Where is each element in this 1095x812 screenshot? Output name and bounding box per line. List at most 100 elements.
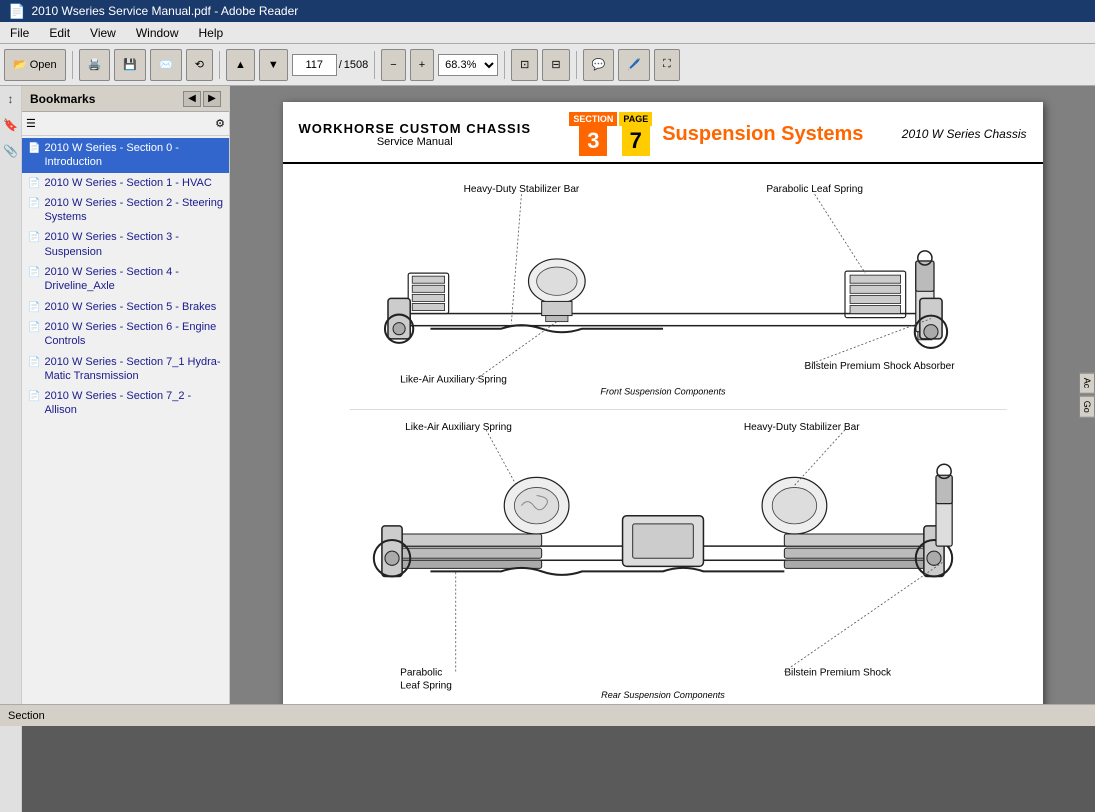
acrobat-btn-2[interactable]: Go bbox=[1079, 395, 1095, 417]
label-bilstein-front: Bilstein Premium Shock Absorber bbox=[804, 361, 955, 372]
toolbar: 📂 Open 🖨️ 💾 ✉️ ⟲ ▲ ▼ / 1508 − + 68.3% 50… bbox=[0, 44, 1095, 86]
bookmark-item-1[interactable]: 📄 2010 W Series - Section 1 - HVAC bbox=[22, 173, 229, 193]
brand-title: WORKHORSE CUSTOM CHASSIS bbox=[299, 121, 532, 136]
page-prev-button[interactable]: ▲ bbox=[226, 49, 255, 81]
section-label: SECTION bbox=[569, 112, 617, 126]
email-button[interactable]: ✉️ bbox=[150, 49, 182, 81]
folder-icon: 📂 bbox=[13, 58, 27, 71]
caption-rear: Rear Suspension Components bbox=[601, 690, 725, 700]
bookmark-item-5[interactable]: 📄 2010 W Series - Section 5 - Brakes bbox=[22, 297, 229, 317]
section-badge: SECTION 3 PAGE 7 Suspension Systems bbox=[569, 112, 863, 156]
bookmark-icon-4: 📄 bbox=[28, 266, 40, 279]
paperclip-icon[interactable]: 📎 bbox=[2, 142, 20, 160]
bookmark-item-4[interactable]: 📄 2010 W Series - Section 4 - Driveline_… bbox=[22, 262, 229, 297]
app-icon: 📄 bbox=[8, 3, 25, 20]
zoom-out-button[interactable]: − bbox=[381, 49, 405, 81]
fit-page-button[interactable]: ⊡ bbox=[511, 49, 538, 81]
bookmarks-expand-button[interactable]: ▶ bbox=[203, 91, 221, 107]
title-bar: 📄 2010 Wseries Service Manual.pdf - Adob… bbox=[0, 0, 1095, 22]
label-heavy-duty-stabilizer-bar-front: Heavy-Duty Stabilizer Bar bbox=[463, 184, 579, 195]
separator-3 bbox=[374, 51, 375, 79]
bookmarks-options-button[interactable]: ⚙ bbox=[215, 117, 225, 130]
bookmark-label-4: 2010 W Series - Section 4 - Driveline_Ax… bbox=[44, 265, 223, 294]
bookmarks-list: 📄 2010 W Series - Section 0 - Introducti… bbox=[22, 136, 229, 704]
bookmark-item-2[interactable]: 📄 2010 W Series - Section 2 - Steering S… bbox=[22, 193, 229, 228]
menu-file[interactable]: File bbox=[0, 24, 39, 42]
bookmark-item-6[interactable]: 📄 2010 W Series - Section 6 - Engine Con… bbox=[22, 317, 229, 352]
bookmark-label-2: 2010 W Series - Section 2 - Steering Sys… bbox=[44, 196, 223, 225]
label-parabolic-leaf-spring-front: Parabolic Leaf Spring bbox=[766, 184, 863, 195]
markup-button[interactable]: 🖊️ bbox=[618, 49, 650, 81]
open-label: Open bbox=[30, 59, 57, 71]
back-button[interactable]: ⟲ bbox=[186, 49, 213, 81]
label-like-air-rear: Like-Air Auxiliary Spring bbox=[405, 422, 512, 433]
bookmark-icon-1: 📄 bbox=[28, 177, 40, 190]
fit-width-button[interactable]: ⊟ bbox=[542, 49, 569, 81]
bookmark-label-7: 2010 W Series - Section 7_1 Hydra-Matic … bbox=[44, 355, 223, 384]
label-heavy-duty-rear: Heavy-Duty Stabilizer Bar bbox=[743, 422, 859, 433]
menu-help[interactable]: Help bbox=[189, 24, 234, 42]
label-like-air-front: Like-Air Auxiliary Spring bbox=[400, 374, 507, 385]
bookmarks-toolbar: ☰ ⚙ bbox=[22, 112, 229, 136]
page-title-right: 2010 W Series Chassis bbox=[902, 127, 1027, 141]
bookmark-label-3: 2010 W Series - Section 3 - Suspension bbox=[44, 230, 223, 259]
bookmarks-panel: Bookmarks ◀ ▶ ☰ ⚙ 📄 2010 W Series - Sect… bbox=[22, 86, 230, 704]
bookmark-icon-7: 📄 bbox=[28, 356, 40, 369]
open-button[interactable]: 📂 Open bbox=[4, 49, 66, 81]
bookmark-item-0[interactable]: 📄 2010 W Series - Section 0 - Introducti… bbox=[22, 138, 229, 173]
bookmark-label-5: 2010 W Series - Section 5 - Brakes bbox=[44, 300, 216, 314]
separator-5 bbox=[576, 51, 577, 79]
bookmarks-icon[interactable]: 🔖 bbox=[2, 116, 20, 134]
menu-window[interactable]: Window bbox=[126, 24, 189, 42]
bookmark-icon-8: 📄 bbox=[28, 390, 40, 403]
page-label: PAGE bbox=[619, 112, 652, 126]
bookmark-item-3[interactable]: 📄 2010 W Series - Section 3 - Suspension bbox=[22, 227, 229, 262]
bookmarks-header-buttons: ◀ ▶ bbox=[183, 91, 221, 107]
brand-sub: Service Manual bbox=[299, 136, 532, 148]
save-button[interactable]: 💾 bbox=[114, 49, 146, 81]
diagram-area: Heavy-Duty Stabilizer Bar Parabolic Leaf… bbox=[283, 164, 1043, 704]
page-number-input[interactable] bbox=[292, 54, 337, 76]
page-separator: / bbox=[339, 59, 342, 71]
nav-icon[interactable]: ↕ bbox=[2, 90, 20, 108]
bookmarks-menu-button[interactable]: ☰ bbox=[26, 117, 36, 130]
page-next-button[interactable]: ▼ bbox=[259, 49, 288, 81]
chassis-title: 2010 W Series Chassis bbox=[902, 127, 1027, 141]
bookmarks-collapse-button[interactable]: ◀ bbox=[183, 91, 201, 107]
bookmark-item-8[interactable]: 📄 2010 W Series - Section 7_2 - Allison bbox=[22, 386, 229, 421]
bookmark-label-1: 2010 W Series - Section 1 - HVAC bbox=[44, 176, 211, 190]
menu-edit[interactable]: Edit bbox=[39, 24, 80, 42]
bookmark-item-7[interactable]: 📄 2010 W Series - Section 7_1 Hydra-Mati… bbox=[22, 352, 229, 387]
label-parabolic-rear-2: Leaf Spring bbox=[400, 681, 452, 692]
page-total: 1508 bbox=[344, 59, 368, 71]
caption-front: Front Suspension Components bbox=[600, 386, 726, 396]
bookmark-icon-0: 📄 bbox=[28, 142, 40, 155]
bookmark-label-0: 2010 W Series - Section 0 - Introduction bbox=[44, 141, 223, 170]
page-number-group: / 1508 bbox=[292, 54, 369, 76]
separator-2 bbox=[219, 51, 220, 79]
bookmark-icon-6: 📄 bbox=[28, 321, 40, 334]
pdf-page: WORKHORSE CUSTOM CHASSIS Service Manual … bbox=[283, 102, 1043, 704]
status-bar: Section bbox=[0, 704, 1095, 726]
window-title: 2010 Wseries Service Manual.pdf - Adobe … bbox=[31, 4, 298, 18]
acrobat-btn-1[interactable]: Ac bbox=[1079, 373, 1095, 394]
separator-4 bbox=[504, 51, 505, 79]
bookmarks-title: Bookmarks bbox=[30, 92, 95, 106]
section-number: 3 bbox=[579, 126, 607, 156]
status-text: Section bbox=[8, 710, 45, 722]
suspension-diagram: Heavy-Duty Stabilizer Bar Parabolic Leaf… bbox=[299, 172, 1027, 704]
zoom-select[interactable]: 68.3% 50% 75% 100% 125% 150% bbox=[438, 54, 498, 76]
bookmark-icon-2: 📄 bbox=[28, 197, 40, 210]
page-brand: WORKHORSE CUSTOM CHASSIS Service Manual bbox=[299, 121, 532, 148]
label-parabolic-rear: Parabolic bbox=[400, 668, 442, 679]
print-button[interactable]: 🖨️ bbox=[79, 49, 111, 81]
menu-bar: File Edit View Window Help bbox=[0, 22, 1095, 44]
bookmark-label-8: 2010 W Series - Section 7_2 - Allison bbox=[44, 389, 223, 418]
fullscreen-button[interactable]: ⛶ bbox=[654, 49, 680, 81]
page-number: 7 bbox=[622, 126, 650, 156]
comment-button[interactable]: 💬 bbox=[583, 49, 615, 81]
content-area[interactable]: WORKHORSE CUSTOM CHASSIS Service Manual … bbox=[230, 86, 1095, 704]
menu-view[interactable]: View bbox=[80, 24, 126, 42]
zoom-in-button[interactable]: + bbox=[410, 49, 434, 81]
page-header: WORKHORSE CUSTOM CHASSIS Service Manual … bbox=[283, 102, 1043, 164]
